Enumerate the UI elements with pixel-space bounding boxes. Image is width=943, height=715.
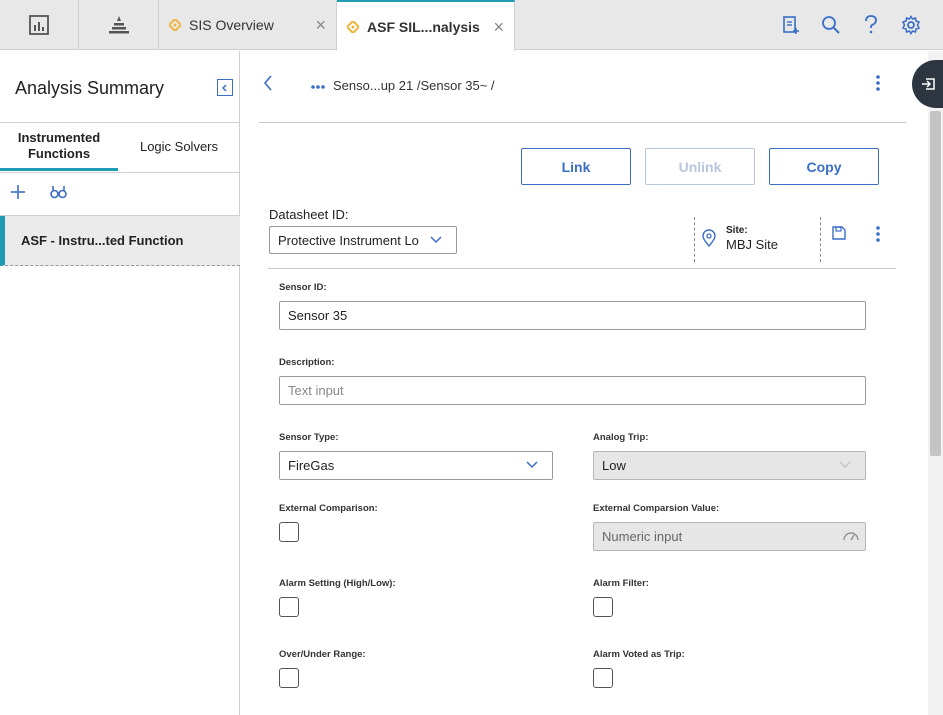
save-icon[interactable] xyxy=(831,225,847,246)
tab-label: ASF SIL...nalysis xyxy=(367,18,480,35)
description-field[interactable]: Text input xyxy=(279,376,866,405)
site-info: Site: MBJ Site xyxy=(694,217,821,262)
add-icon[interactable] xyxy=(10,183,26,206)
analog-trip-value: Low xyxy=(602,458,626,473)
divider xyxy=(268,268,896,269)
alarm-voted-label: Alarm Voted as Trip: xyxy=(593,649,685,660)
tab-asf-sil-analysis[interactable]: ASF SIL...nalysis × xyxy=(337,0,515,51)
help-icon[interactable] xyxy=(861,14,881,36)
datasheet-select[interactable]: Protective Instrument Lo xyxy=(269,226,457,254)
description-label: Description: xyxy=(279,357,335,368)
unlink-button[interactable]: Unlink xyxy=(645,148,755,185)
top-actions xyxy=(781,14,921,36)
datasheet-label: Datasheet ID: xyxy=(269,207,349,222)
more-horizontal-icon[interactable] xyxy=(311,78,325,93)
datasheet-main: Senso...up 21 /Sensor 35~ / Link Unlink … xyxy=(241,51,928,715)
alarm-filter-checkbox[interactable] xyxy=(593,597,613,617)
gauge-icon xyxy=(843,530,859,545)
alarm-setting-label: Alarm Setting (High/Low): xyxy=(279,578,396,589)
chevron-down-icon xyxy=(430,233,442,247)
alarm-filter-label: Alarm Filter: xyxy=(593,578,649,589)
diamond-icon xyxy=(347,20,359,33)
alarm-setting-checkbox[interactable] xyxy=(279,597,299,617)
external-comparison-checkbox[interactable] xyxy=(279,522,299,542)
alarm-voted-checkbox[interactable] xyxy=(593,668,613,688)
site-label: Site: xyxy=(726,225,748,236)
sensor-id-field[interactable]: Sensor 35 xyxy=(279,301,866,330)
link-button[interactable]: Link xyxy=(521,148,631,185)
analog-trip-label: Analog Trip: xyxy=(593,432,649,443)
top-tab-bar: SIS Overview × ASF SIL...nalysis × xyxy=(0,0,943,51)
list-item[interactable]: ASF - Instru...ted Function xyxy=(0,216,240,266)
sensor-id-label: Sensor ID: xyxy=(279,282,327,293)
divider xyxy=(259,122,906,123)
chevron-down-icon xyxy=(526,458,538,472)
gear-icon[interactable] xyxy=(901,14,921,36)
dashboard-icon[interactable] xyxy=(0,0,79,50)
new-document-icon[interactable] xyxy=(781,14,801,36)
more-vertical-icon[interactable] xyxy=(875,226,881,242)
analog-trip-select[interactable]: Low xyxy=(593,451,866,480)
external-comparison-value-placeholder: Numeric input xyxy=(602,529,683,544)
diamond-icon xyxy=(169,19,181,31)
external-comparison-value-field[interactable]: Numeric input xyxy=(593,522,866,551)
external-comparison-label: External Comparison: xyxy=(279,503,378,514)
search-icon[interactable] xyxy=(821,14,841,36)
tab-logic-solvers[interactable]: Logic Solvers xyxy=(118,123,240,171)
copy-button[interactable]: Copy xyxy=(769,148,879,185)
chevron-down-icon xyxy=(839,458,851,472)
chevron-left-icon xyxy=(221,83,227,92)
datasheet-value: Protective Instrument Lo xyxy=(278,232,419,248)
breadcrumb: Senso...up 21 /Sensor 35~ / xyxy=(311,78,495,93)
collapse-panel-button[interactable] xyxy=(217,79,233,96)
site-value: MBJ Site xyxy=(726,237,779,252)
close-icon[interactable]: × xyxy=(315,15,326,36)
binoculars-icon[interactable] xyxy=(50,183,67,206)
panel-title: Analysis Summary xyxy=(15,78,165,98)
over-under-range-checkbox[interactable] xyxy=(279,668,299,688)
more-vertical-icon[interactable] xyxy=(875,75,881,91)
panel-tabs: Instrumented Functions Logic Solvers xyxy=(0,122,240,171)
sensor-type-label: Sensor Type: xyxy=(279,432,339,443)
tab-instrumented-functions[interactable]: Instrumented Functions xyxy=(0,123,118,171)
asset-hierarchy-icon[interactable] xyxy=(79,0,159,50)
breadcrumb-path[interactable]: Senso...up 21 /Sensor 35~ / xyxy=(333,78,495,93)
tab-sis-overview[interactable]: SIS Overview × xyxy=(159,0,337,50)
scrollbar[interactable] xyxy=(928,51,943,715)
sensor-type-value: FireGas xyxy=(288,458,335,473)
external-comparison-value-label: External Comparsion Value: xyxy=(593,503,720,514)
over-under-range-label: Over/Under Range: xyxy=(279,649,366,660)
scrollbar-thumb[interactable] xyxy=(930,111,941,456)
sign-in-icon xyxy=(921,78,935,90)
panel-toolbar xyxy=(0,172,240,216)
analysis-summary-panel: Analysis Summary Instrumented Functions … xyxy=(0,51,240,715)
location-pin-icon xyxy=(702,229,716,252)
back-icon[interactable] xyxy=(263,75,273,96)
close-icon[interactable]: × xyxy=(493,17,504,38)
tab-label: SIS Overview xyxy=(189,17,274,33)
sensor-type-select[interactable]: FireGas xyxy=(279,451,553,480)
